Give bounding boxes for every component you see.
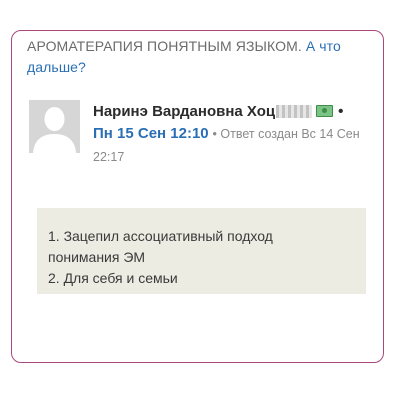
money-icon: [316, 105, 334, 117]
redacted-name-part: [276, 104, 313, 118]
avatar[interactable]: [29, 100, 80, 153]
author-name[interactable]: Наринэ Вардановна Хоц: [93, 103, 275, 120]
answer-line: 1. Зацепил ассоциативный подход: [48, 228, 273, 244]
separator: •: [338, 102, 344, 120]
answer-date[interactable]: Пн 15 Сен 12:10: [93, 125, 209, 142]
question-title-text: АРОМАТЕРАПИЯ ПОНЯТНЫМ ЯЗЫКОМ.: [27, 38, 302, 54]
answer-card: [11, 30, 384, 363]
answer-meta: Наринэ Вардановна Хоц • Пн 15 Сен 12:10 …: [93, 100, 363, 168]
answer-text: 1. Зацепил ассоциативный подход понимани…: [48, 226, 360, 289]
date-line: Пн 15 Сен 12:10 • Ответ создан Вс 14 Сен…: [93, 122, 363, 168]
answer-line: 2. Для себя и семьи: [48, 270, 178, 286]
answer-line: понимания ЭМ: [48, 249, 146, 265]
question-title: АРОМАТЕРАПИЯ ПОНЯТНЫМ ЯЗЫКОМ. А что даль…: [27, 36, 347, 78]
author-line: Наринэ Вардановна Хоц •: [93, 100, 363, 122]
user-silhouette-icon: [29, 100, 80, 153]
answer-body: 1. Зацепил ассоциативный подход понимани…: [37, 208, 366, 294]
